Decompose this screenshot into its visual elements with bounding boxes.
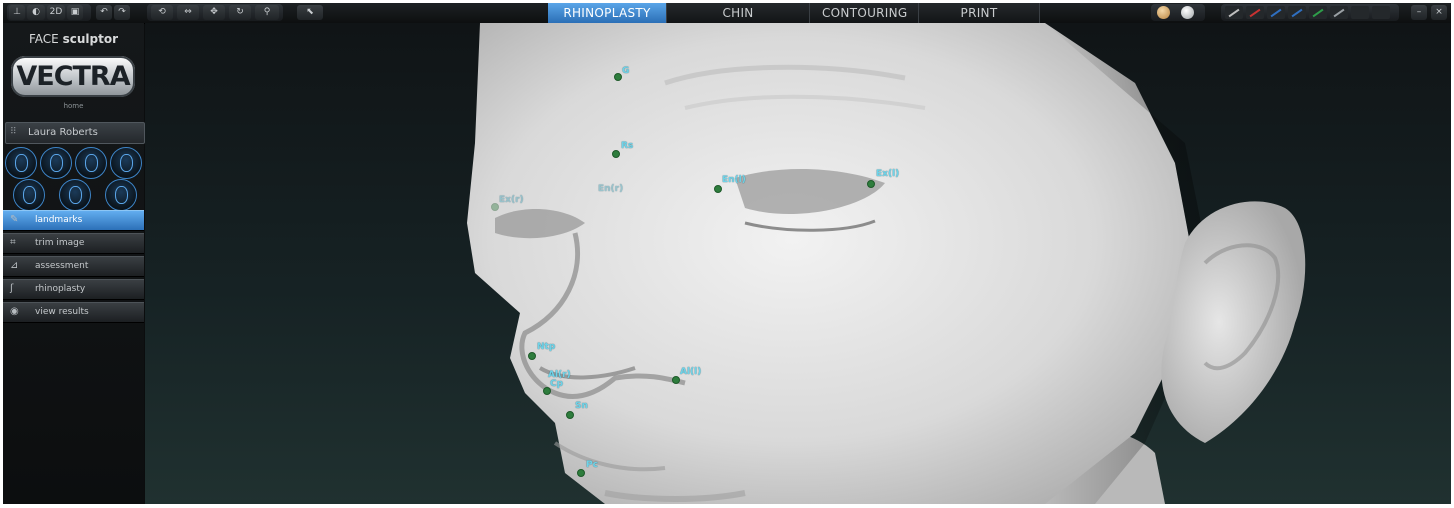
front-view-icon[interactable]: ⊥: [9, 5, 25, 20]
app-window: ⊥ ◐ 2D ▣ ↶ ↷ ⟲ ⇔ ✥ ↻ ⚲ ⬉ RHINOPLASTY CHI…: [3, 3, 1451, 504]
landmark-label: Al(l): [680, 367, 702, 377]
pen-blue-icon[interactable]: [1288, 6, 1306, 19]
face-front-icon[interactable]: [59, 179, 91, 211]
patient-name: Laura Roberts: [28, 127, 98, 138]
top-toolbar: ⊥ ◐ 2D ▣ ↶ ↷ ⟲ ⇔ ✥ ↻ ⚲ ⬉ RHINOPLASTY CHI…: [3, 3, 1451, 40]
menu-label: view results: [35, 307, 89, 317]
landmark-dot: [577, 469, 585, 477]
pen-green-icon[interactable]: [1330, 6, 1348, 19]
texture-skin-icon[interactable]: [1157, 6, 1170, 19]
face-top-icon[interactable]: [13, 179, 45, 211]
pen-white-icon[interactable]: [1246, 6, 1264, 19]
face-bottom-icon[interactable]: [105, 179, 137, 211]
landmark-dot: [566, 411, 574, 419]
menu-rhinoplasty[interactable]: ʃ rhinoplasty: [3, 279, 144, 300]
procedure-tabs: RHINOPLASTY CHIN AUGMENTATION CONTOURING…: [548, 3, 1040, 40]
app-brand: FACE sculptor: [3, 32, 144, 46]
crop-icon: ⌗: [10, 237, 16, 248]
3d-viewport[interactable]: G Rs En(l) Ex(l) Ex(r) En(r) Ntp Al(r) C…: [145, 23, 1451, 504]
landmark-label: Rs: [621, 141, 634, 151]
landmark-dot: [714, 185, 722, 193]
face-right-profile-icon[interactable]: [110, 147, 142, 179]
landmark-icon: ✎: [10, 214, 19, 225]
landmark-label: En(l): [722, 175, 746, 185]
brand-suffix: sculptor: [62, 32, 118, 46]
menu-assessment[interactable]: ⊿ assessment: [3, 256, 144, 277]
face-left-oblique-icon[interactable]: [40, 147, 72, 179]
landmark-dot: [528, 352, 536, 360]
undo-icon[interactable]: ↶: [96, 5, 112, 20]
pan-icon[interactable]: ⇔: [177, 5, 199, 20]
landmark-label: Cp: [550, 379, 564, 389]
face-3d-model[interactable]: [145, 23, 1451, 504]
brand-prefix: FACE: [29, 32, 59, 46]
tab-print[interactable]: PRINT: [919, 3, 1040, 23]
menu-trim-image[interactable]: ⌗ trim image: [3, 233, 144, 254]
pen-blue-2-icon[interactable]: [1309, 6, 1327, 19]
landmark-label: Pc: [586, 460, 598, 470]
menu-label: assessment: [35, 261, 89, 271]
save-icon[interactable]: ▣: [67, 5, 83, 20]
rotate-icon[interactable]: ↻: [229, 5, 251, 20]
view-angle-row-1: [3, 147, 144, 180]
vectra-logo[interactable]: VECTRA: [11, 56, 135, 97]
zoom-icon[interactable]: ⚲: [255, 5, 279, 20]
landmark-label: Ex(r): [499, 195, 524, 205]
redo-icon[interactable]: ↷: [114, 5, 130, 20]
landmark-label: Ntp: [537, 342, 556, 352]
landmark-dot: [672, 376, 680, 384]
landmark-label: Sn: [575, 401, 588, 411]
menu-view-results[interactable]: ◉ view results: [3, 302, 144, 323]
pen-red-icon[interactable]: [1267, 6, 1285, 19]
eye-icon: ◉: [10, 306, 19, 317]
close-icon[interactable]: ×: [1431, 5, 1447, 20]
view-2d-button[interactable]: 2D: [47, 5, 65, 20]
menu-label: trim image: [35, 238, 85, 248]
landmark-label: G: [622, 66, 630, 76]
nose-icon: ʃ: [10, 283, 14, 294]
face-right-oblique-icon[interactable]: [75, 147, 107, 179]
tab-rhinoplasty[interactable]: RHINOPLASTY: [548, 3, 667, 23]
menu-label: rhinoplasty: [35, 284, 86, 294]
landmark-label: En(r): [598, 184, 624, 194]
texture-gray-icon[interactable]: [1181, 6, 1194, 19]
minimize-icon[interactable]: –: [1411, 5, 1427, 20]
left-panel: FACE sculptor VECTRA home ⠿ Laura Robert…: [3, 23, 145, 504]
translate-icon[interactable]: ✥: [203, 5, 225, 20]
landmark-dot: [612, 150, 620, 158]
menu-label: landmarks: [35, 215, 83, 225]
pen-gray-icon[interactable]: .p0::after{}: [1225, 6, 1243, 19]
ruler-icon: ⊿: [10, 260, 19, 271]
tab-chin-augmentation[interactable]: CHIN AUGMENTATION: [667, 3, 810, 40]
patient-grid-icon: ⠿: [10, 127, 17, 137]
home-label[interactable]: home: [3, 102, 144, 110]
landmark-dot: [867, 180, 875, 188]
landmark-dot: [491, 203, 499, 211]
patient-selector[interactable]: ⠿ Laura Roberts: [5, 122, 145, 144]
pen-gray-2-icon[interactable]: [1351, 6, 1369, 19]
landmark-label: Ex(l): [876, 169, 900, 179]
view-angle-row-2: [3, 179, 144, 212]
logo-text: VECTRA: [16, 61, 130, 92]
landmark-dot: [614, 73, 622, 81]
tab-contouring[interactable]: CONTOURING: [810, 3, 919, 23]
move-icon[interactable]: ⟲: [151, 5, 173, 20]
select-icon[interactable]: ⬉: [297, 5, 323, 20]
profile-view-icon[interactable]: ◐: [27, 5, 45, 20]
menu-landmarks[interactable]: ✎ landmarks: [3, 210, 144, 231]
eraser-icon[interactable]: [1372, 6, 1390, 19]
face-left-profile-icon[interactable]: [5, 147, 37, 179]
